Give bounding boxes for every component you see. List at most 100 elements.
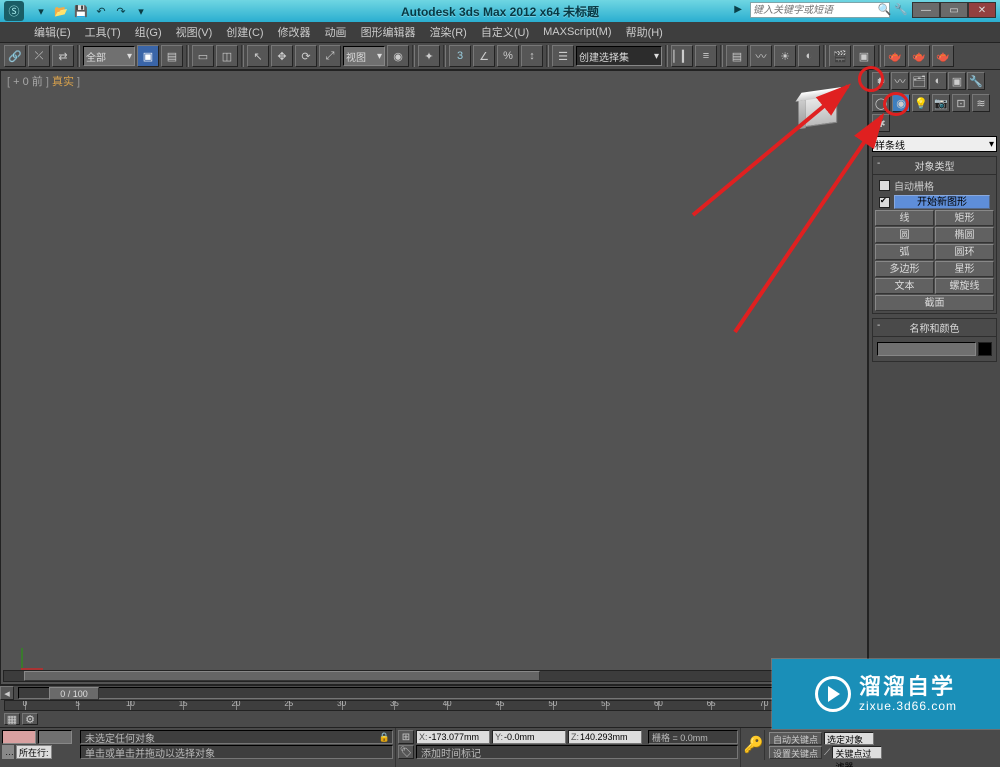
qat-more-icon[interactable]: ▾ [132, 3, 150, 19]
lock-selection-icon[interactable]: 🔒 [379, 732, 390, 743]
shape-category-combo[interactable]: 样条线▾ [872, 136, 997, 152]
teapot1-icon[interactable]: 🫖 [884, 45, 906, 67]
btn-star[interactable]: 星形 [935, 261, 994, 277]
autokey-button[interactable]: 自动关键点 [769, 732, 822, 745]
time-slider-left-icon[interactable]: ◂ [0, 686, 14, 700]
teapot2-icon[interactable]: 🫖 [908, 45, 930, 67]
menu-animation[interactable]: 动画 [319, 22, 353, 42]
menu-tools[interactable]: 工具(T) [79, 22, 127, 42]
snap-toggle-icon[interactable]: 3 [449, 45, 471, 67]
setkey-button[interactable]: 设置关键点 [769, 746, 822, 759]
spacewarps-icon[interactable]: ≋ [972, 94, 990, 112]
app-icon[interactable]: Ⓢ [4, 1, 24, 21]
viewport-hscroll[interactable] [3, 670, 865, 682]
mirror-icon[interactable]: ▏▎ [671, 45, 693, 67]
teapot3-icon[interactable]: 🫖 [932, 45, 954, 67]
rollout-objecttype-header[interactable]: 对象类型 [872, 156, 997, 175]
align-icon[interactable]: ≡ [695, 45, 717, 67]
unlink-icon[interactable]: ⤫ [28, 45, 50, 67]
select-icon[interactable]: ↖ [247, 45, 269, 67]
menu-grapheditors[interactable]: 图形编辑器 [355, 22, 422, 42]
wrench-icon[interactable]: 🔧 [894, 3, 908, 16]
menu-group[interactable]: 组(G) [129, 22, 168, 42]
layers-icon[interactable]: ▤ [726, 45, 748, 67]
rect-select-icon[interactable]: ▭ [192, 45, 214, 67]
motion-tab-icon[interactable]: ◐ [929, 72, 947, 90]
pivot-icon[interactable]: ◉ [387, 45, 409, 67]
time-tag-icon[interactable]: 🏷 [398, 745, 414, 759]
qat-open-icon[interactable]: 📂 [52, 3, 70, 19]
qat-save-icon[interactable]: 💾 [72, 3, 90, 19]
rollout-namecolor-header[interactable]: 名称和颜色 [872, 318, 997, 337]
move-icon[interactable]: ✥ [271, 45, 293, 67]
btn-section[interactable]: 截面 [875, 295, 994, 311]
curve-editor-icon[interactable]: 〰 [750, 45, 772, 67]
transform-typein-icon[interactable]: ⊞ [398, 730, 414, 744]
color-swatch[interactable] [978, 342, 992, 356]
object-name-input[interactable] [877, 342, 976, 356]
trackbar-config-icon[interactable]: ⚙ [22, 713, 38, 725]
btn-text[interactable]: 文本 [875, 278, 934, 294]
helpers-icon[interactable]: ⊡ [952, 94, 970, 112]
qat-new-icon[interactable]: ▾ [32, 3, 50, 19]
angle-snap-icon[interactable]: ∠ [473, 45, 495, 67]
maximize-button[interactable]: ▭ [940, 2, 968, 18]
select-object-icon[interactable]: ▣ [137, 45, 159, 67]
coord-x[interactable]: X:-173.077mm [416, 730, 490, 744]
menu-rendering[interactable]: 渲染(R) [424, 22, 473, 42]
time-slider-thumb[interactable]: 0 / 100 [49, 687, 99, 700]
ref-coord-combo[interactable]: 视图▾ [343, 46, 385, 66]
hierarchy-tab-icon[interactable]: 🗂 [910, 72, 928, 90]
menu-maxscript[interactable]: MAXScript(M) [537, 24, 617, 40]
newshape-button[interactable]: 开始新图形 [894, 195, 990, 209]
minimize-button[interactable]: — [912, 2, 940, 18]
setkey-large-icon[interactable]: 🔑 [743, 730, 765, 760]
add-time-tag[interactable]: 添加时间标记 [416, 745, 738, 759]
viewcube[interactable] [803, 93, 847, 137]
keyfilter-icon[interactable]: ⟋ [824, 747, 830, 758]
modify-tab-icon[interactable]: 〰 [891, 72, 909, 90]
btn-donut[interactable]: 圆环 [935, 244, 994, 260]
trackbar-toggle-icon[interactable]: ▦ [4, 713, 20, 725]
autogrid-checkbox[interactable] [879, 180, 890, 191]
qat-undo-icon[interactable]: ↶ [92, 3, 110, 19]
btn-ngon[interactable]: 多边形 [875, 261, 934, 277]
coord-z[interactable]: Z:140.293mm [568, 730, 642, 744]
btn-line[interactable]: 线 [875, 210, 934, 226]
named-sel-icon[interactable]: ☰ [552, 45, 574, 67]
autogrid-row[interactable]: 自动栅格 [875, 177, 994, 194]
btn-ellipse[interactable]: 椭圆 [935, 227, 994, 243]
ms-mini1[interactable] [2, 730, 36, 744]
menu-create[interactable]: 创建(C) [220, 22, 269, 42]
menu-help[interactable]: 帮助(H) [620, 22, 669, 42]
lights-icon[interactable]: 💡 [912, 94, 930, 112]
rotate-icon[interactable]: ⟳ [295, 45, 317, 67]
material-editor-icon[interactable]: ◐ [798, 45, 820, 67]
selection-filter-combo[interactable]: 全部▾ [83, 46, 135, 66]
menu-view[interactable]: 视图(V) [170, 22, 219, 42]
spinner-snap-icon[interactable]: ↕ [521, 45, 543, 67]
manipulate-icon[interactable]: ✦ [418, 45, 440, 67]
viewport-label[interactable]: [ + 0 前 ] 真实 ] [7, 73, 80, 89]
key-object-field[interactable]: 选定对象 [824, 732, 874, 745]
key-filter-field[interactable]: 关键点过滤器 [832, 746, 882, 759]
systems-icon[interactable]: ✱ [872, 114, 890, 132]
help-search-input[interactable] [750, 2, 890, 18]
window-crossing-icon[interactable]: ◫ [216, 45, 238, 67]
binoculars-icon[interactable]: 🔍 [878, 3, 892, 16]
bind-icon[interactable]: ⇄ [52, 45, 74, 67]
render-setup-icon[interactable]: 🎬 [829, 45, 851, 67]
coord-y[interactable]: Y:-0.0mm [492, 730, 566, 744]
newshape-row[interactable]: 开始新图形 [875, 194, 994, 210]
btn-circle[interactable]: 圆 [875, 227, 934, 243]
btn-rectangle[interactable]: 矩形 [935, 210, 994, 226]
utilities-tab-icon[interactable]: 🔧 [967, 72, 985, 90]
viewport[interactable]: [ + 0 前 ] 真实 ] [0, 70, 868, 685]
btn-helix[interactable]: 螺旋线 [935, 278, 994, 294]
newshape-checkbox[interactable] [879, 197, 890, 208]
btn-arc[interactable]: 弧 [875, 244, 934, 260]
title-arrow-icon[interactable]: ▶ [734, 4, 742, 15]
menu-customize[interactable]: 自定义(U) [475, 22, 535, 42]
ms-expand-icon[interactable]: … [2, 745, 14, 759]
scale-icon[interactable]: ⤢ [319, 45, 341, 67]
